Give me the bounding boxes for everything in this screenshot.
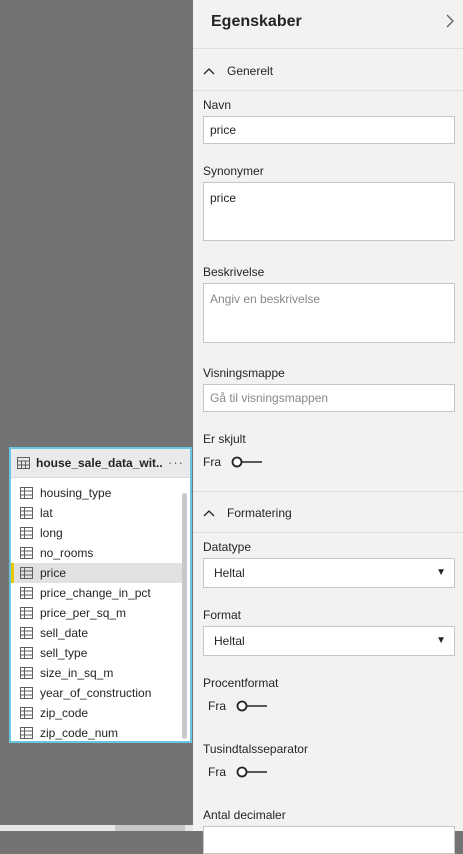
field-row-zip-code[interactable]: zip_code xyxy=(11,703,183,723)
table-column-icon xyxy=(20,547,33,559)
field-row-price-per-sq-m[interactable]: price_per_sq_m xyxy=(11,603,183,623)
field-label: no_rooms xyxy=(40,546,94,560)
divider xyxy=(193,532,463,533)
decimal-places-input[interactable] xyxy=(203,826,455,854)
table-card-title: house_sale_data_wit... xyxy=(36,456,162,470)
field-row-long[interactable]: long xyxy=(11,523,183,543)
field-row-price[interactable]: price xyxy=(11,563,183,583)
table-column-icon xyxy=(20,567,33,579)
field-row-sell-date[interactable]: sell_date xyxy=(11,623,183,643)
more-options-icon[interactable]: ··· xyxy=(168,455,184,470)
display-folder-input[interactable]: Gå til visningsmappen xyxy=(203,384,455,412)
description-placeholder: Angiv en beskrivelse xyxy=(210,292,321,306)
format-label: Format xyxy=(203,608,242,622)
table-column-icon xyxy=(20,727,33,739)
table-card[interactable]: house_sale_data_wit... ··· housing_typel… xyxy=(9,447,192,743)
synonyms-input[interactable]: price xyxy=(203,182,455,241)
datatype-label: Datatype xyxy=(203,540,252,554)
display-folder-label: Visningsmappe xyxy=(203,366,285,380)
properties-pane-header: Egenskaber xyxy=(193,0,463,49)
field-list-scrollbar[interactable] xyxy=(182,493,187,739)
table-column-icon xyxy=(20,647,33,659)
field-row-size-in-sq-m[interactable]: size_in_sq_m xyxy=(11,663,183,683)
synonyms-value: price xyxy=(210,191,237,205)
decimal-places-label: Antal decimaler xyxy=(203,808,286,822)
field-label: year_of_construction xyxy=(40,686,152,700)
field-row-year-of-construction[interactable]: year_of_construction xyxy=(11,683,183,703)
table-column-icon xyxy=(20,487,33,499)
percent-format-label: Procentformat xyxy=(203,676,279,690)
section-formatting-label: Formatering xyxy=(227,506,292,520)
field-row-price-change-in-pct[interactable]: price_change_in_pct xyxy=(11,583,183,603)
datatype-value: Heltal xyxy=(214,566,245,580)
thousands-separator-state: Fra xyxy=(208,765,226,779)
is-hidden-label: Er skjult xyxy=(203,432,246,446)
field-label: sell_date xyxy=(40,626,89,640)
canvas-scroll-thumb[interactable] xyxy=(115,825,185,831)
table-column-icon xyxy=(20,587,33,599)
divider xyxy=(193,491,463,492)
table-column-icon xyxy=(20,667,33,679)
format-select[interactable]: Heltal ▼ xyxy=(203,626,455,656)
pane-title: Egenskaber xyxy=(211,13,302,30)
toggle-switch-icon xyxy=(236,766,267,778)
model-canvas[interactable]: house_sale_data_wit... ··· housing_typel… xyxy=(0,0,193,831)
datatype-select[interactable]: Heltal ▼ xyxy=(203,558,455,588)
is-hidden-toggle[interactable]: Fra xyxy=(203,455,263,469)
field-label: size_in_sq_m xyxy=(40,666,114,680)
description-label: Beskrivelse xyxy=(203,265,265,279)
field-label: price xyxy=(40,566,67,580)
field-label: sell_type xyxy=(40,646,88,660)
table-icon xyxy=(17,457,30,469)
thousands-separator-label: Tusindtalsseparator xyxy=(203,742,308,756)
section-formatting-header[interactable]: Formatering xyxy=(193,493,463,533)
table-card-header[interactable]: house_sale_data_wit... ··· xyxy=(11,449,190,478)
field-row-lat[interactable]: lat xyxy=(11,503,183,523)
section-general-label: Generelt xyxy=(227,64,274,78)
table-column-icon xyxy=(20,687,33,699)
field-row-zip-code-num[interactable]: zip_code_num xyxy=(11,723,183,743)
synonyms-label: Synonymer xyxy=(203,164,264,178)
percent-format-state: Fra xyxy=(208,699,226,713)
table-column-icon xyxy=(20,627,33,639)
display-folder-placeholder: Gå til visningsmappen xyxy=(210,391,329,405)
collapse-pane-chevron-icon[interactable] xyxy=(445,14,455,28)
field-row-no-rooms[interactable]: no_rooms xyxy=(11,543,183,563)
table-column-icon xyxy=(20,707,33,719)
chevron-up-icon xyxy=(203,68,215,75)
toggle-switch-icon xyxy=(231,456,262,468)
field-row-sell-type[interactable]: sell_type xyxy=(11,643,183,663)
field-label: long xyxy=(40,526,63,540)
field-list: housing_typelat long no_roomsprice price_ch… xyxy=(11,483,183,743)
field-label: zip_code_num xyxy=(40,726,119,740)
description-input[interactable]: Angiv en beskrivelse xyxy=(203,283,455,343)
table-column-icon xyxy=(20,527,33,539)
dropdown-caret-icon: ▼ xyxy=(436,567,446,578)
thousands-separator-toggle[interactable]: Fra xyxy=(208,765,268,779)
field-label: zip_code xyxy=(40,706,89,720)
format-value: Heltal xyxy=(214,634,245,648)
field-label: lat xyxy=(40,506,53,520)
field-label: price_change_in_pct xyxy=(40,586,151,600)
section-general-header[interactable]: Generelt xyxy=(193,51,463,91)
name-input[interactable]: price xyxy=(203,116,455,144)
properties-pane: Egenskaber Generelt Navn price Synonymer… xyxy=(193,0,463,854)
divider xyxy=(193,90,463,91)
table-column-icon xyxy=(20,507,33,519)
name-value: price xyxy=(210,123,237,137)
percent-format-toggle[interactable]: Fra xyxy=(208,699,268,713)
field-row-housing-type[interactable]: housing_type xyxy=(11,483,183,503)
is-hidden-state: Fra xyxy=(203,455,221,469)
dropdown-caret-icon: ▼ xyxy=(436,635,446,646)
field-label: housing_type xyxy=(40,486,112,500)
chevron-up-icon xyxy=(203,510,215,517)
canvas-horizontal-scrollbar[interactable] xyxy=(0,825,193,831)
table-column-icon xyxy=(20,607,33,619)
field-label: price_per_sq_m xyxy=(40,606,127,620)
name-label: Navn xyxy=(203,98,232,112)
toggle-switch-icon xyxy=(236,700,267,712)
